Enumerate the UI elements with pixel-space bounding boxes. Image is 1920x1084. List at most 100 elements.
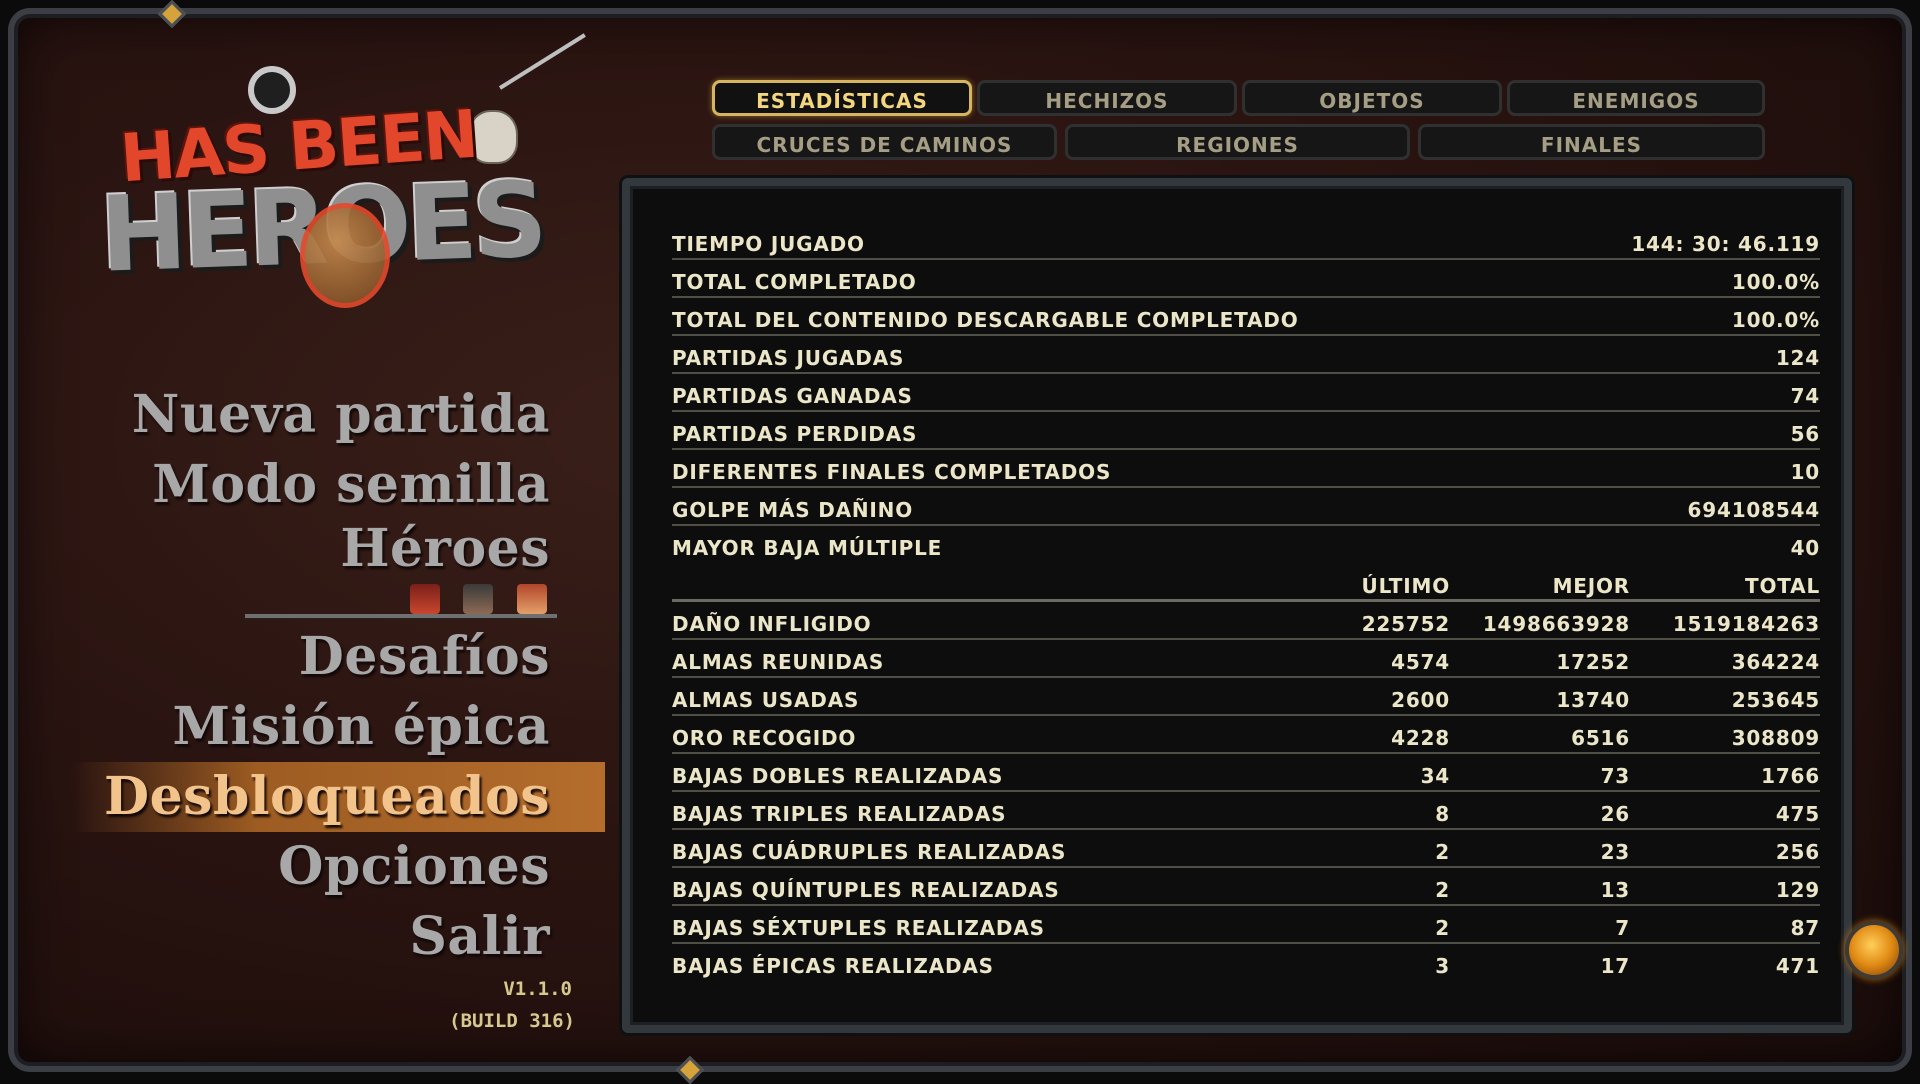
stat-row: BAJAS QUÍNTUPLES REALIZADAS 2 13 129 (672, 868, 1820, 906)
menu-item-heroes[interactable]: Héroes (340, 518, 550, 579)
menu-item-nueva-partida[interactable]: Nueva partida (132, 384, 550, 445)
stat-total: 253645 (1731, 688, 1820, 712)
stat-row: GOLPE MÁS DAÑINO 694108544 (672, 488, 1820, 526)
stat-last: 225752 (1361, 612, 1450, 636)
stat-row: PARTIDAS PERDIDAS 56 (672, 412, 1820, 450)
stat-total: 471 (1775, 954, 1820, 978)
menu-item-mision-epica[interactable]: Misión épica (173, 696, 551, 757)
stat-label: MAYOR BAJA MÚLTIPLE (672, 536, 943, 560)
menu-item-salir[interactable]: Salir (409, 906, 550, 967)
tab-regiones[interactable]: REGIONES (1065, 124, 1410, 160)
stat-row: BAJAS DOBLES REALIZADAS 34 73 1766 (672, 754, 1820, 792)
menu-item-modo-semilla[interactable]: Modo semilla (152, 454, 550, 515)
tab-cruces-de-caminos[interactable]: CRUCES DE CAMINOS (712, 124, 1057, 160)
stat-label: BAJAS DOBLES REALIZADAS (672, 764, 1004, 788)
stat-best: 13 (1600, 878, 1630, 902)
stat-value: 74 (1790, 384, 1820, 408)
tab-hechizos[interactable]: HECHIZOS (977, 80, 1237, 116)
column-ultimo: ÚLTIMO (1361, 574, 1450, 598)
stat-total: 308809 (1731, 726, 1820, 750)
stat-row: TOTAL DEL CONTENIDO DESCARGABLE COMPLETA… (672, 298, 1820, 336)
stat-best: 73 (1600, 764, 1630, 788)
menu-item-desbloqueados[interactable]: Desbloqueados (104, 766, 550, 827)
stat-total: 129 (1775, 878, 1820, 902)
stat-last: 34 (1420, 764, 1450, 788)
menu-item-desafios[interactable]: Desafíos (299, 626, 550, 687)
stat-value: 124 (1775, 346, 1820, 370)
stat-row: BAJAS ÉPICAS REALIZADAS 3 17 471 (672, 944, 1820, 982)
stat-label: BAJAS TRIPLES REALIZADAS (672, 802, 1007, 826)
stat-value: 694108544 (1687, 498, 1820, 522)
stat-best: 17 (1600, 954, 1630, 978)
stat-best: 23 (1600, 840, 1630, 864)
stat-label: BAJAS ÉPICAS REALIZADAS (672, 954, 994, 978)
column-mejor: MEJOR (1552, 574, 1630, 598)
stat-label: PARTIDAS PERDIDAS (672, 422, 918, 446)
tab-finales[interactable]: FINALES (1418, 124, 1765, 160)
stat-row: BAJAS CUÁDRUPLES REALIZADAS 2 23 256 (672, 830, 1820, 868)
hero-portrait-icon (410, 584, 440, 614)
stat-best: 26 (1600, 802, 1630, 826)
stat-label: PARTIDAS GANADAS (672, 384, 913, 408)
menu-item-opciones[interactable]: Opciones (278, 836, 550, 897)
build-label: (BUILD 316) (449, 1010, 575, 1032)
stat-value: 144: 30: 46.119 (1631, 232, 1820, 256)
stats-column-header: ÚLTIMO MEJOR TOTAL (672, 564, 1820, 602)
tab-objetos[interactable]: OBJETOS (1242, 80, 1502, 116)
stat-row: PARTIDAS JUGADAS 124 (672, 336, 1820, 374)
stat-label: TOTAL COMPLETADO (672, 270, 917, 294)
stat-label: DIFERENTES FINALES COMPLETADOS (672, 460, 1112, 484)
column-total: TOTAL (1745, 574, 1820, 598)
stat-row: MAYOR BAJA MÚLTIPLE 40 (672, 526, 1820, 564)
tab-enemigos[interactable]: ENEMIGOS (1507, 80, 1765, 116)
stat-last: 2 (1435, 878, 1450, 902)
stat-value: 56 (1790, 422, 1820, 446)
stat-label: GOLPE MÁS DAÑINO (672, 498, 913, 522)
stat-best: 7 (1615, 916, 1630, 940)
stat-best: 13740 (1556, 688, 1630, 712)
game-logo: HAS BEEN HEROES (98, 33, 586, 308)
tab-estadisticas[interactable]: ESTADÍSTICAS (712, 80, 972, 116)
stat-total: 1519184263 (1672, 612, 1820, 636)
stat-last: 2600 (1391, 688, 1450, 712)
stat-value: 40 (1790, 536, 1820, 560)
stat-label: BAJAS SÉXTUPLES REALIZADAS (672, 916, 1045, 940)
stat-label: PARTIDAS JUGADAS (672, 346, 905, 370)
stat-label: BAJAS QUÍNTUPLES REALIZADAS (672, 878, 1060, 902)
hero-portrait-icon (517, 584, 547, 614)
stat-label: ORO RECOGIDO (672, 726, 857, 750)
stat-last: 8 (1435, 802, 1450, 826)
stat-value: 10 (1790, 460, 1820, 484)
stat-label: TIEMPO JUGADO (672, 232, 865, 256)
stat-total: 475 (1775, 802, 1820, 826)
stat-last: 4574 (1391, 650, 1450, 674)
stat-label: TOTAL DEL CONTENIDO DESCARGABLE COMPLETA… (672, 308, 1299, 332)
stat-row: PARTIDAS GANADAS 74 (672, 374, 1820, 412)
stat-last: 3 (1435, 954, 1450, 978)
stat-best: 1498663928 (1482, 612, 1630, 636)
stat-row: ORO RECOGIDO 4228 6516 308809 (672, 716, 1820, 754)
stat-row: BAJAS TRIPLES REALIZADAS 8 26 475 (672, 792, 1820, 830)
orb-button-icon[interactable] (1845, 921, 1903, 979)
stat-row: BAJAS SÉXTUPLES REALIZADAS 2 7 87 (672, 906, 1820, 944)
stat-last: 4228 (1391, 726, 1450, 750)
stat-value: 100.0% (1731, 308, 1820, 332)
ring-icon (248, 66, 296, 114)
stat-value: 100.0% (1731, 270, 1820, 294)
stat-row: TIEMPO JUGADO 144: 30: 46.119 (672, 222, 1820, 260)
stat-best: 17252 (1556, 650, 1630, 674)
stat-best: 6516 (1571, 726, 1630, 750)
stat-label: ALMAS REUNIDAS (672, 650, 885, 674)
stat-row: ALMAS REUNIDAS 4574 17252 364224 (672, 640, 1820, 678)
shield-icon (300, 203, 390, 308)
stat-total: 87 (1790, 916, 1820, 940)
stat-row: DAÑO INFLIGIDO 225752 1498663928 1519184263 (672, 602, 1820, 640)
version-label: V1.1.0 (503, 978, 572, 1000)
heroes-divider (245, 614, 557, 618)
stat-row: TOTAL COMPLETADO 100.0% (672, 260, 1820, 298)
stat-total: 1766 (1761, 764, 1820, 788)
stat-label: DAÑO INFLIGIDO (672, 612, 872, 636)
hero-portrait-icon (463, 584, 493, 614)
stat-row: ALMAS USADAS 2600 13740 253645 (672, 678, 1820, 716)
stat-row: DIFERENTES FINALES COMPLETADOS 10 (672, 450, 1820, 488)
